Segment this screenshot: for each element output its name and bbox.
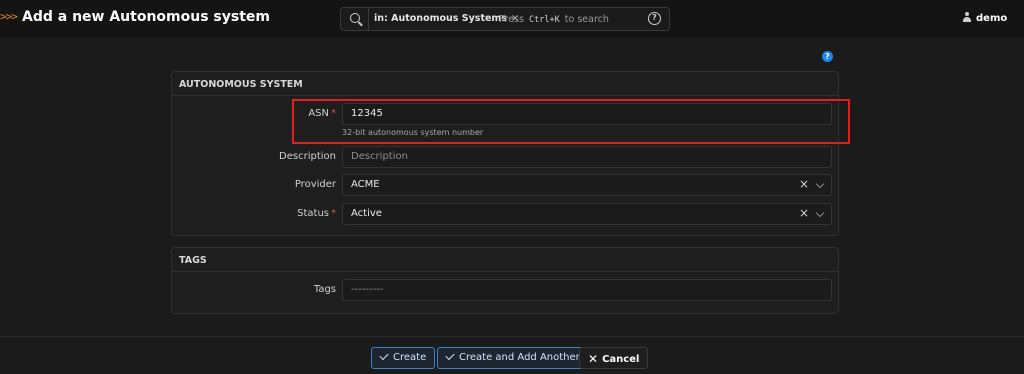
description-input[interactable]: Description	[342, 146, 832, 168]
cancel-button-label: Cancel	[602, 354, 640, 365]
provider-label: Provider	[294, 179, 336, 190]
tags-select[interactable]: ---------	[342, 279, 832, 301]
search-hint: Press Ctrl+K to search	[499, 14, 609, 25]
status-value: Active	[351, 208, 382, 219]
top-header: >>> Add a new Autonomous system in: Auto…	[0, 0, 1024, 38]
page-title: Add a new Autonomous system	[22, 9, 270, 25]
search-hint-prefix: Press	[499, 14, 525, 25]
check-icon	[379, 350, 389, 361]
status-select[interactable]: Active ×	[342, 203, 832, 225]
search-divider	[368, 8, 369, 30]
search-hint-suffix: to search	[564, 14, 609, 25]
create-button-label: Create	[393, 352, 427, 363]
check-icon	[445, 350, 455, 361]
provider-clear-icon[interactable]: ×	[799, 177, 809, 191]
card-title-tags: TAGS	[172, 248, 838, 272]
user-menu[interactable]: demo	[962, 12, 1007, 24]
chevron-down-icon[interactable]	[815, 208, 825, 218]
search-help-icon[interactable]: ?	[648, 12, 661, 25]
status-clear-icon[interactable]: ×	[799, 206, 809, 220]
required-marker: *	[331, 208, 336, 219]
autonomous-system-card: AUTONOMOUS SYSTEM ASN * 12345 32-bit auto…	[171, 71, 839, 236]
tags-card: TAGS Tags ---------	[171, 247, 839, 314]
tags-label: Tags	[313, 284, 336, 295]
search-scope-label: in: Autonomous Systems	[374, 13, 507, 24]
description-label: Description	[279, 151, 336, 162]
close-icon: ✕	[588, 352, 599, 366]
help-icon[interactable]: ?	[822, 51, 833, 62]
status-label: Status *	[216, 208, 336, 219]
status-label-text: Status	[297, 208, 329, 219]
user-name: demo	[976, 13, 1008, 24]
card-title-autonomous-system: AUTONOMOUS SYSTEM	[172, 72, 838, 96]
cancel-button[interactable]: ✕ Cancel	[579, 347, 649, 369]
footer-divider	[0, 336, 1024, 337]
create-button[interactable]: Create	[371, 347, 436, 369]
asn-highlight-box	[292, 99, 850, 144]
provider-select[interactable]: ACME ×	[342, 174, 832, 196]
user-icon	[962, 12, 972, 22]
provider-value: ACME	[351, 179, 380, 190]
search-scope-chip[interactable]: in: Autonomous Systems ×	[374, 13, 519, 24]
create-and-add-another-button[interactable]: Create and Add Another	[437, 347, 589, 369]
chevron-down-icon[interactable]	[815, 179, 825, 189]
create-another-button-label: Create and Add Another	[459, 352, 580, 363]
global-search[interactable]: in: Autonomous Systems × Press Ctrl+K to …	[340, 7, 670, 31]
search-hint-key: Ctrl+K	[529, 15, 560, 25]
search-icon	[350, 13, 360, 23]
brand-logo-icon[interactable]: >>>	[0, 10, 18, 23]
